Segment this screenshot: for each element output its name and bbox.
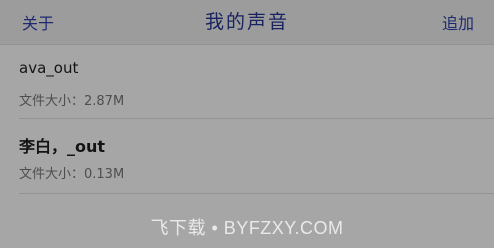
list-item[interactable]: 李白，_out 文件大小：0.13M <box>0 119 494 193</box>
page-title: 我的声音 <box>204 11 289 33</box>
file-size-label: 文件大小：0.13M <box>19 167 125 182</box>
list-separator <box>19 193 494 194</box>
recording-name: ava_out <box>19 59 79 77</box>
list-item[interactable]: ava_out 文件大小：2.87M <box>0 45 494 119</box>
file-size-label: 文件大小：2.87M <box>19 94 125 109</box>
add-button[interactable]: 追加 <box>442 10 474 34</box>
watermark: 飞下载 • BYFZXY.COM <box>150 218 344 238</box>
recording-name: 李白，_out <box>19 137 106 156</box>
navigation-bar: 关于 我的声音 追加 <box>0 0 494 45</box>
